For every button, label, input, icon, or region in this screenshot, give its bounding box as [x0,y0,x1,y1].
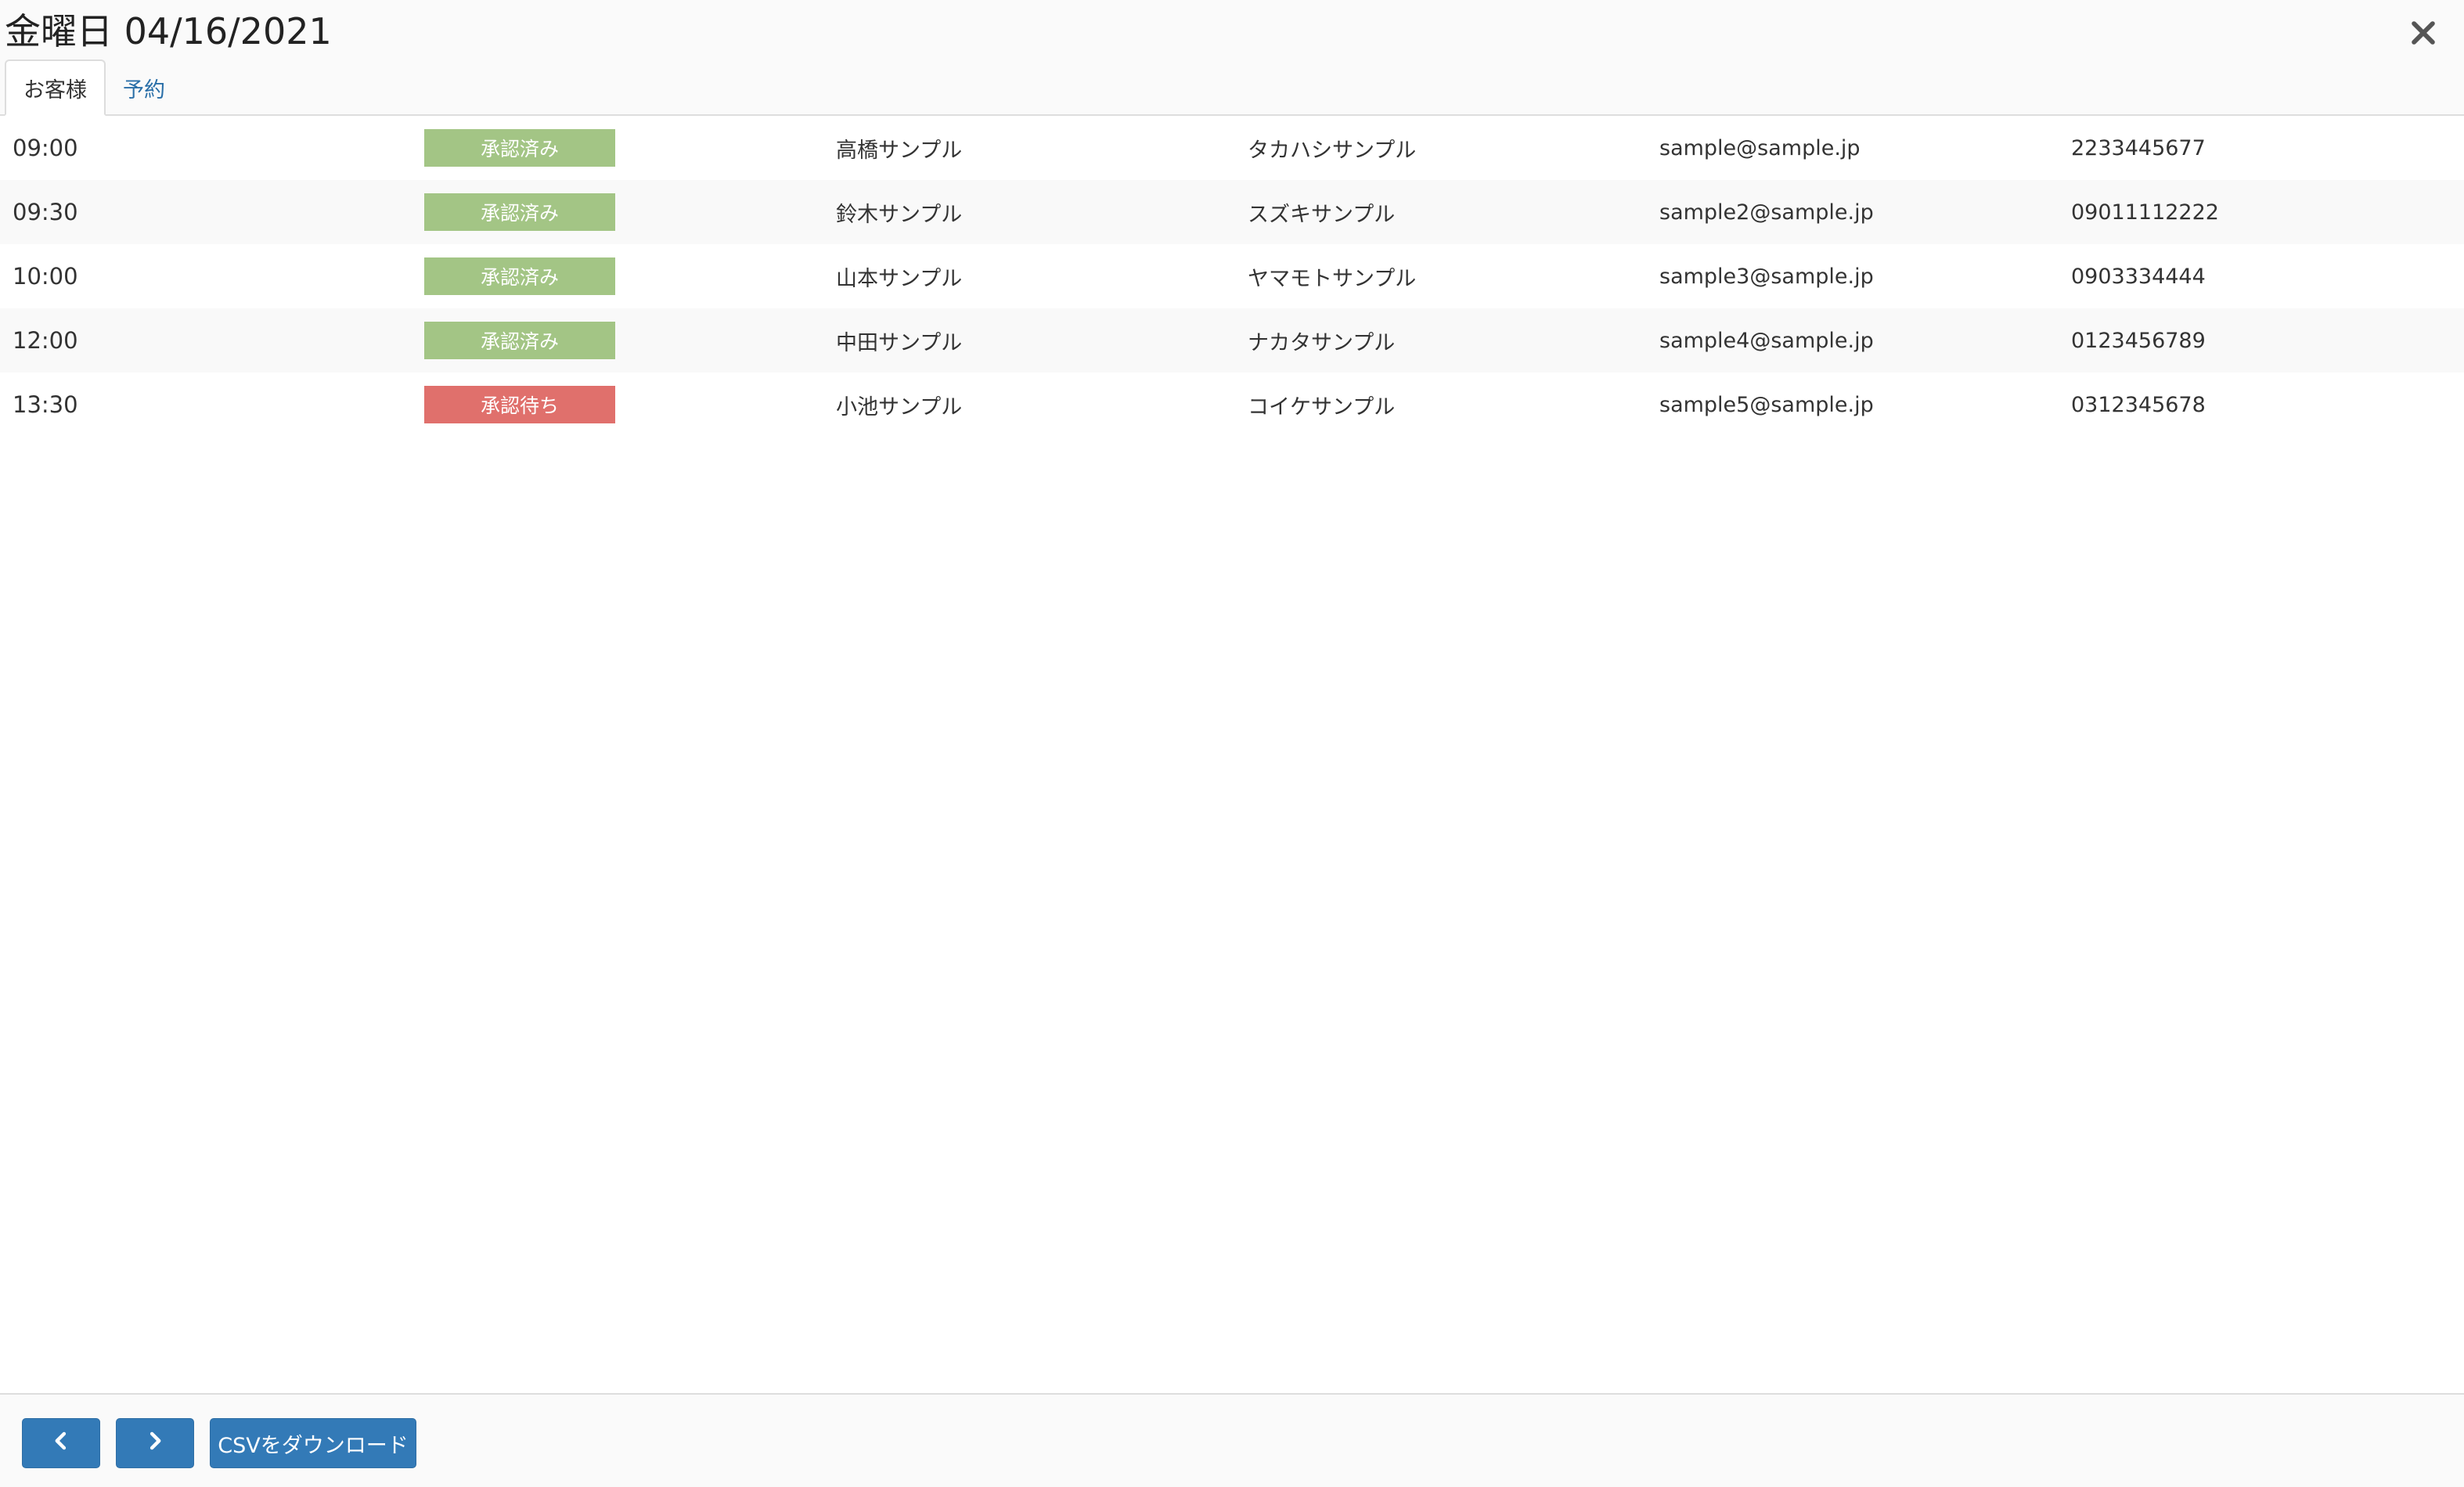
phone-cell: 2233445677 [2071,135,2206,160]
email-cell: sample3@sample.jp [1659,264,1874,289]
time-cell: 12:00 [13,327,78,354]
table-row: 09:00 承認済み 高橋サンプル タカハシサンプル sample@sample… [0,116,2464,180]
next-day-button[interactable] [116,1418,194,1468]
status-badge: 承認済み [424,193,615,231]
close-icon [2410,20,2437,49]
chevron-left-icon [51,1431,71,1456]
tab-bar: お客様 予約 [5,59,182,116]
kana-cell: コイケサンプル [1248,394,1396,419]
modal-header: 金曜日 04/16/2021 お客様 予約 [0,0,2464,116]
phone-cell: 0123456789 [2071,328,2206,353]
name-cell: 山本サンプル [836,266,963,291]
email-cell: sample5@sample.jp [1659,392,1874,417]
name-cell: 高橋サンプル [836,138,963,163]
customer-table: 09:00 承認済み 高橋サンプル タカハシサンプル sample@sample… [0,116,2464,437]
kana-cell: ナカタサンプル [1248,330,1396,355]
phone-cell: 0903334444 [2071,264,2206,289]
name-cell: 小池サンプル [836,394,963,419]
table-row: 13:30 承認待ち 小池サンプル コイケサンプル sample5@sample… [0,373,2464,437]
reservation-modal: 金曜日 04/16/2021 お客様 予約 09:00 承認済み 高橋サンプル … [0,0,2464,1487]
status-cell: 承認済み [424,180,615,244]
tab-customers[interactable]: お客様 [5,59,106,116]
csv-download-button[interactable]: CSVをダウンロード [210,1418,416,1468]
prev-day-button[interactable] [22,1418,100,1468]
time-cell: 10:00 [13,263,78,290]
email-cell: sample2@sample.jp [1659,200,1874,225]
kana-cell: スズキサンプル [1248,202,1396,227]
status-badge: 承認済み [424,257,615,295]
status-badge: 承認済み [424,322,615,359]
phone-cell: 0312345678 [2071,392,2206,417]
status-badge: 承認待ち [424,386,615,423]
table-row: 12:00 承認済み 中田サンプル ナカタサンプル sample4@sample… [0,308,2464,373]
tab-reservations[interactable]: 予約 [106,59,182,116]
phone-cell: 09011112222 [2071,200,2219,225]
kana-cell: ヤマモトサンプル [1248,266,1417,291]
chevron-right-icon [145,1431,165,1456]
email-cell: sample@sample.jp [1659,135,1861,160]
status-cell: 承認済み [424,244,615,308]
status-badge: 承認済み [424,129,615,167]
time-cell: 09:30 [13,199,78,225]
table-row: 10:00 承認済み 山本サンプル ヤマモトサンプル sample3@sampl… [0,244,2464,308]
status-cell: 承認済み [424,116,615,180]
email-cell: sample4@sample.jp [1659,328,1874,353]
name-cell: 中田サンプル [836,330,963,355]
status-cell: 承認待ち [424,373,615,437]
time-cell: 09:00 [13,135,78,161]
modal-footer: CSVをダウンロード [0,1393,2464,1487]
page-title: 金曜日 04/16/2021 [5,10,332,52]
close-button[interactable] [2401,13,2445,56]
status-cell: 承認済み [424,308,615,373]
time-cell: 13:30 [13,391,78,418]
kana-cell: タカハシサンプル [1248,138,1417,163]
name-cell: 鈴木サンプル [836,202,963,227]
table-row: 09:30 承認済み 鈴木サンプル スズキサンプル sample2@sample… [0,180,2464,244]
